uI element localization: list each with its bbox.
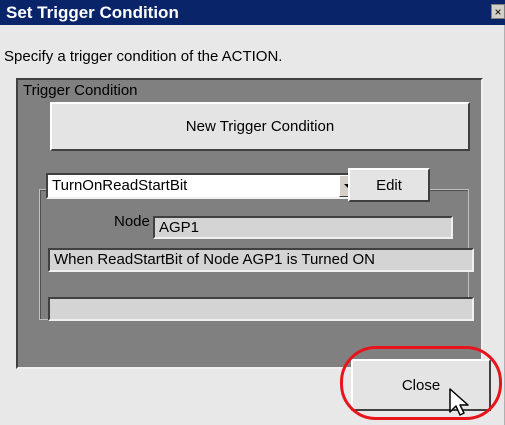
close-button-label: Close: [401, 376, 441, 394]
node-label: Node: [114, 213, 150, 230]
title-bar: Set Trigger Condition ×: [0, 0, 505, 25]
instruction-text: Specify a trigger condition of the ACTIO…: [4, 48, 283, 65]
extra-info-field: [48, 297, 474, 321]
trigger-condition-select[interactable]: TurnOnReadStartBit: [46, 173, 361, 199]
condition-description-field: When ReadStartBit of Node AGP1 is Turned…: [48, 248, 474, 272]
new-trigger-condition-button[interactable]: New Trigger Condition: [50, 102, 470, 151]
close-window-icon[interactable]: ×: [491, 4, 505, 19]
selected-condition-value: TurnOnReadStartBit: [52, 177, 188, 194]
edit-button-label: Edit: [376, 176, 402, 194]
node-field: AGP1: [153, 216, 453, 239]
trigger-condition-label: Trigger Condition: [23, 82, 138, 99]
edit-button[interactable]: Edit: [348, 168, 430, 202]
window-title: Set Trigger Condition: [6, 3, 179, 22]
set-trigger-condition-dialog: Set Trigger Condition × Specify a trigge…: [0, 0, 505, 425]
trigger-condition-panel: Trigger Condition New Trigger Condition …: [16, 78, 483, 369]
mouse-cursor-icon: [449, 388, 469, 416]
new-trigger-condition-label: New Trigger Condition: [185, 118, 335, 135]
